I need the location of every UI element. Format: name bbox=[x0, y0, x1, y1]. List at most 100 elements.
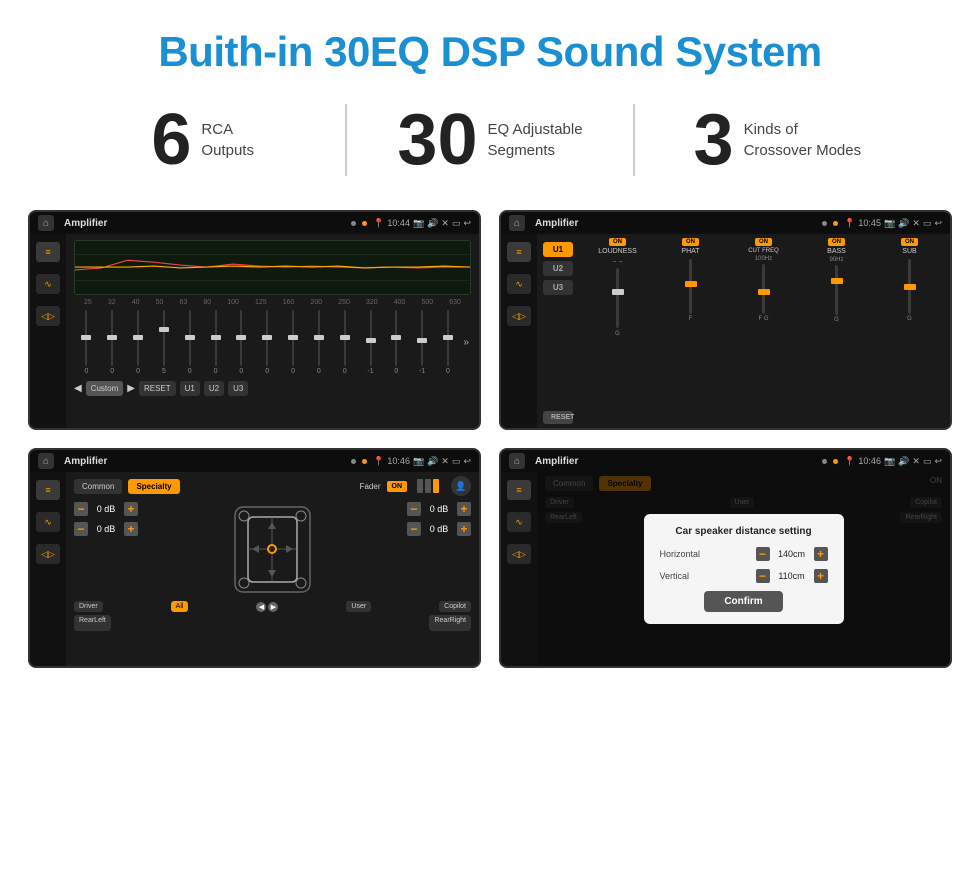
status-dot-2 bbox=[362, 221, 367, 226]
amp-ch-sub: ON SUB G bbox=[875, 238, 944, 322]
volume-icon-2: 🔊 bbox=[898, 218, 909, 229]
amp-speaker-icon[interactable]: ◁▷ bbox=[507, 306, 531, 326]
db-plus-3[interactable]: + bbox=[457, 502, 471, 516]
eq-preset-custom[interactable]: Custom bbox=[86, 381, 124, 396]
back-icon-4: ↩ bbox=[934, 456, 942, 467]
wave-icon[interactable]: ∿ bbox=[36, 274, 60, 294]
cutfreq-slider[interactable] bbox=[762, 264, 765, 314]
phat-toggle[interactable]: ON bbox=[682, 238, 699, 246]
home-icon[interactable]: ⌂ bbox=[38, 215, 54, 231]
fader-speaker-icon[interactable]: ◁▷ bbox=[36, 544, 60, 564]
eq-u2-btn[interactable]: U2 bbox=[204, 381, 224, 396]
amp-preset-u2[interactable]: U2 bbox=[543, 261, 573, 276]
db-val-1: 0 dB bbox=[92, 504, 120, 514]
db-minus-1[interactable]: − bbox=[74, 502, 88, 516]
arrow-right-icon[interactable]: ▶ bbox=[268, 602, 278, 612]
dialog-horizontal-plus[interactable]: + bbox=[814, 547, 828, 561]
camera-icon-2: 📷 bbox=[884, 218, 895, 229]
fader-on-toggle[interactable]: ON bbox=[387, 481, 408, 492]
dialog-vertical-minus[interactable]: − bbox=[756, 569, 770, 583]
eq-slider-9[interactable]: 0 bbox=[308, 310, 329, 375]
eq-slider-7[interactable]: 0 bbox=[257, 310, 278, 375]
eq-slider-5[interactable]: 0 bbox=[205, 310, 226, 375]
screen-amp: ⌂ Amplifier 📍 10:45 📷 🔊 ✕ ▭ ↩ ≡ ∿ ◁▷ bbox=[499, 210, 952, 430]
fader-wave-icon[interactable]: ∿ bbox=[36, 512, 60, 532]
status-icons-4: 📍 10:46 📷 🔊 ✕ ▭ ↩ bbox=[844, 456, 942, 467]
dialog-vertical-value-row: − 110cm + bbox=[756, 569, 828, 583]
status-dot-7 bbox=[822, 459, 827, 464]
close-icon-3: ✕ bbox=[441, 456, 449, 467]
phat-slider[interactable] bbox=[689, 259, 692, 314]
tab-specialty[interactable]: Specialty bbox=[128, 479, 179, 494]
db-minus-3[interactable]: − bbox=[407, 502, 421, 516]
home-icon-3[interactable]: ⌂ bbox=[38, 453, 54, 469]
loudness-toggle[interactable]: ON bbox=[609, 238, 626, 246]
pin-icon-3: 📍 bbox=[373, 456, 384, 467]
next-arrow[interactable]: ▶ bbox=[127, 383, 135, 394]
eq-slider-13[interactable]: -1 bbox=[412, 310, 433, 375]
amp-reset-btn[interactable]: RESET bbox=[543, 411, 573, 424]
confirm-button[interactable]: Confirm bbox=[704, 591, 782, 612]
stat-rca-number: 6 bbox=[151, 104, 191, 176]
camera-icon-4: 📷 bbox=[884, 456, 895, 467]
eq-reset-btn[interactable]: RESET bbox=[139, 381, 176, 396]
statusbar-eq: ⌂ Amplifier 📍 10:44 📷 🔊 ✕ ▭ ↩ bbox=[30, 212, 479, 234]
eq-slider-3[interactable]: 5 bbox=[153, 310, 174, 375]
btn-user[interactable]: User bbox=[346, 601, 371, 612]
amp-preset-u3[interactable]: U3 bbox=[543, 280, 573, 295]
eq-u3-btn[interactable]: U3 bbox=[228, 381, 248, 396]
btn-driver[interactable]: Driver bbox=[74, 601, 103, 612]
bass-toggle[interactable]: ON bbox=[828, 238, 845, 246]
speaker-icon[interactable]: ◁▷ bbox=[36, 306, 60, 326]
amp-wave-icon[interactable]: ∿ bbox=[507, 274, 531, 294]
amp-preset-u1[interactable]: U1 bbox=[543, 242, 573, 257]
btn-rearleft[interactable]: RearLeft bbox=[74, 615, 111, 631]
db-plus-1[interactable]: + bbox=[124, 502, 138, 516]
status-dot-8 bbox=[833, 459, 838, 464]
eq-slider-2[interactable]: 0 bbox=[128, 310, 149, 375]
dialog-vertical-plus[interactable]: + bbox=[814, 569, 828, 583]
dialog-horizontal-minus[interactable]: − bbox=[756, 547, 770, 561]
db-minus-4[interactable]: − bbox=[407, 522, 421, 536]
dialog-eq-icon[interactable]: ≡ bbox=[507, 480, 531, 500]
tab-common[interactable]: Common bbox=[74, 479, 122, 494]
eq-slider-11[interactable]: -1 bbox=[360, 310, 381, 375]
bass-slider[interactable] bbox=[835, 265, 838, 315]
eq-slider-12[interactable]: 0 bbox=[386, 310, 407, 375]
amp-main-area: U1 U2 U3 RESET ON LOUDNESS bbox=[537, 234, 950, 428]
btn-copilot[interactable]: Copilot bbox=[439, 601, 471, 612]
eq-slider-10[interactable]: 0 bbox=[334, 310, 355, 375]
eq-icon[interactable]: ≡ bbox=[36, 242, 60, 262]
amp-ch-bass: ON BASS 90Hz G bbox=[802, 238, 871, 323]
eq-slider-0[interactable]: 0 bbox=[76, 310, 97, 375]
eq-u1-btn[interactable]: U1 bbox=[180, 381, 200, 396]
sub-slider[interactable] bbox=[908, 259, 911, 314]
arrow-left-icon[interactable]: ◀ bbox=[256, 602, 266, 612]
screen-fader-title: Amplifier bbox=[64, 456, 345, 467]
cutfreq-toggle[interactable]: ON bbox=[755, 238, 772, 246]
dialog-speaker-icon[interactable]: ◁▷ bbox=[507, 544, 531, 564]
db-plus-4[interactable]: + bbox=[457, 522, 471, 536]
arrow-down-icon bbox=[262, 615, 278, 631]
eq-slider-6[interactable]: 0 bbox=[231, 310, 252, 375]
fader-right-controls: − 0 dB + − 0 dB + bbox=[407, 502, 471, 597]
db-minus-2[interactable]: − bbox=[74, 522, 88, 536]
close-icon-2: ✕ bbox=[912, 218, 920, 229]
dialog-wave-icon[interactable]: ∿ bbox=[507, 512, 531, 532]
sub-toggle[interactable]: ON bbox=[901, 238, 918, 246]
loudness-slider[interactable] bbox=[616, 268, 619, 328]
db-plus-2[interactable]: + bbox=[124, 522, 138, 536]
home-icon-4[interactable]: ⌂ bbox=[509, 453, 525, 469]
eq-slider-14[interactable]: 0 bbox=[438, 310, 459, 375]
btn-rearright[interactable]: RearRight bbox=[429, 615, 471, 631]
amp-eq-icon[interactable]: ≡ bbox=[507, 242, 531, 262]
eq-slider-8[interactable]: 0 bbox=[283, 310, 304, 375]
eq-slider-1[interactable]: 0 bbox=[102, 310, 123, 375]
btn-all[interactable]: All bbox=[171, 601, 189, 612]
status-dot-3 bbox=[822, 221, 827, 226]
fader-eq-icon[interactable]: ≡ bbox=[36, 480, 60, 500]
dialog-screen-content: ≡ ∿ ◁▷ Common Specialty ON Driver User C… bbox=[501, 472, 950, 666]
eq-slider-4[interactable]: 0 bbox=[179, 310, 200, 375]
prev-arrow[interactable]: ◀ bbox=[74, 383, 82, 394]
home-icon-2[interactable]: ⌂ bbox=[509, 215, 525, 231]
